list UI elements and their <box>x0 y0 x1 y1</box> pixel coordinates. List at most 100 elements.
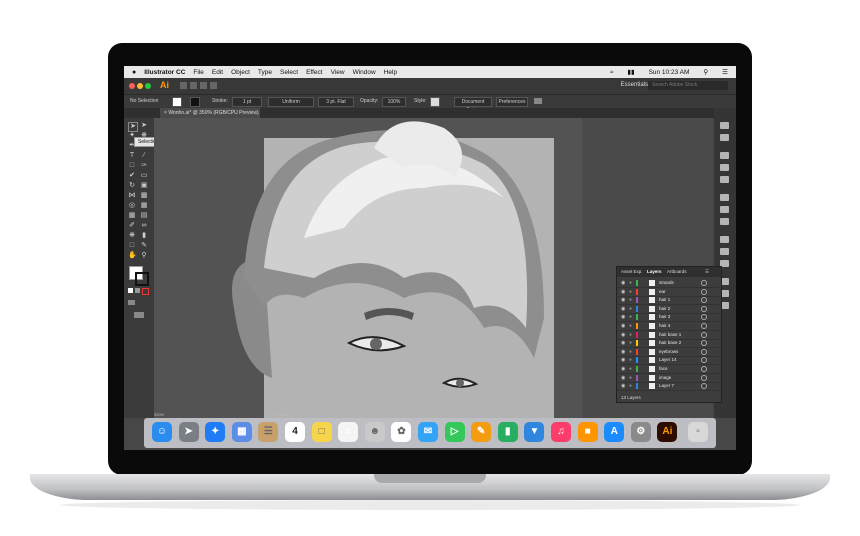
document-setup-button[interactable]: Document Setup <box>454 97 492 113</box>
preferences-button[interactable]: Preferences <box>496 97 528 107</box>
graphic-style-swatch[interactable] <box>430 97 440 107</box>
lock-icon[interactable]: ● <box>629 306 632 312</box>
none-mode-icon[interactable] <box>142 288 149 295</box>
eyedropper-tool-icon[interactable]: ✐ <box>128 222 136 230</box>
layer-name[interactable]: Layer 14 <box>659 357 677 362</box>
visibility-eye-icon[interactable]: ◉ <box>621 280 625 286</box>
properties-panel-icon[interactable] <box>720 122 729 129</box>
libraries-panel-icon[interactable] <box>720 134 729 141</box>
window-minimize-button[interactable] <box>137 83 143 89</box>
calendar-icon[interactable]: 4 <box>285 422 305 442</box>
visibility-eye-icon[interactable]: ◉ <box>621 349 625 355</box>
visibility-eye-icon[interactable]: ◉ <box>621 383 625 389</box>
artboard-tool-icon[interactable]: □ <box>128 242 136 250</box>
panel-menu-icon[interactable]: ☰ <box>705 269 709 275</box>
selection-tool-icon[interactable]: ➤ <box>128 122 138 132</box>
lock-icon[interactable]: ● <box>629 289 632 295</box>
target-icon[interactable] <box>701 374 707 381</box>
lock-icon[interactable]: ● <box>629 280 632 286</box>
tab-layers[interactable]: Layers <box>647 269 662 274</box>
layer-name[interactable]: image <box>659 375 671 380</box>
layer-name[interactable]: Layer 7 <box>659 383 674 388</box>
gpu-performance-icon[interactable] <box>210 82 217 89</box>
visibility-eye-icon[interactable]: ◉ <box>621 332 625 338</box>
color-panel-icon[interactable] <box>720 236 729 243</box>
target-icon[interactable] <box>701 340 707 347</box>
tab-artboards[interactable]: Artboards <box>667 269 687 274</box>
wifi-icon[interactable]: ≈ <box>610 69 614 76</box>
stock-search-input[interactable]: Search Adobe Stock <box>648 81 728 90</box>
visibility-eye-icon[interactable]: ◉ <box>621 366 625 372</box>
menu-object[interactable]: Object <box>231 69 250 76</box>
notes-icon[interactable]: ☰ <box>258 422 279 442</box>
lock-icon[interactable]: ● <box>629 375 632 381</box>
layer-name[interactable]: ear <box>659 289 666 294</box>
layer-name[interactable]: strands <box>659 280 674 285</box>
lock-icon[interactable]: ● <box>629 357 632 363</box>
drawing-mode-icon[interactable] <box>128 300 135 305</box>
document-tab[interactable]: × Wonho.ai* @ 350% (RGB/CPU Preview) <box>160 108 260 118</box>
stickies-icon[interactable]: □ <box>311 422 332 442</box>
photos-icon[interactable]: ✿ <box>391 422 412 442</box>
visibility-eye-icon[interactable]: ◉ <box>621 375 625 381</box>
safari-icon[interactable]: ✦ <box>205 422 226 442</box>
color-mode-icon[interactable] <box>128 288 133 293</box>
lock-icon[interactable]: ● <box>629 366 632 372</box>
window-zoom-button[interactable] <box>145 83 151 89</box>
artboard-canvas[interactable] <box>154 118 582 418</box>
visibility-eye-icon[interactable]: ◉ <box>621 323 625 329</box>
lock-icon[interactable]: ● <box>629 332 632 338</box>
target-icon[interactable] <box>701 366 707 372</box>
transparency-panel-icon[interactable] <box>720 218 729 225</box>
arrange-icon[interactable] <box>534 98 542 104</box>
appstore-icon[interactable]: A <box>604 422 625 442</box>
swatches-panel-icon[interactable] <box>720 176 729 183</box>
symbols-panel-icon[interactable] <box>720 152 729 159</box>
direct-selection-tool-icon[interactable]: ➤ <box>140 122 148 130</box>
slice-tool-icon[interactable]: ✎ <box>140 242 148 250</box>
facetime-icon[interactable]: ▷ <box>444 422 465 442</box>
target-icon[interactable] <box>701 288 707 295</box>
spotlight-icon[interactable]: ⚲ <box>703 68 708 76</box>
symbol-sprayer-tool-icon[interactable]: ❋ <box>128 232 136 240</box>
target-icon[interactable] <box>701 297 707 304</box>
opacity-field[interactable]: 100% <box>382 97 406 107</box>
target-icon[interactable] <box>701 383 707 390</box>
gradient-panel-icon[interactable] <box>720 206 729 213</box>
visibility-eye-icon[interactable]: ◉ <box>621 297 625 303</box>
free-transform-tool-icon[interactable]: ▩ <box>140 192 148 200</box>
layer-name[interactable]: hair 1 <box>659 297 670 302</box>
target-icon[interactable] <box>701 314 707 321</box>
lock-icon[interactable]: ● <box>629 297 632 303</box>
lock-icon[interactable]: ● <box>629 323 632 329</box>
trash-icon[interactable]: ▫ <box>688 422 708 442</box>
finder-icon[interactable]: ☺ <box>152 422 172 442</box>
target-icon[interactable] <box>701 305 707 312</box>
zoom-tool-icon[interactable]: ⚲ <box>140 252 148 260</box>
keynote-icon[interactable]: ▼ <box>524 422 545 442</box>
stroke-swatch[interactable] <box>190 97 200 107</box>
eraser-tool-icon[interactable]: ▭ <box>140 172 148 180</box>
line-tool-icon[interactable]: ∕ <box>140 152 148 160</box>
fill-swatch[interactable] <box>172 97 182 107</box>
contacts-icon[interactable]: ☻ <box>364 422 385 442</box>
reminders-icon[interactable]: ≡ <box>338 422 359 442</box>
system-preferences-icon[interactable]: ⚙ <box>630 422 651 442</box>
menu-app-name[interactable]: Illustrator CC <box>144 69 185 76</box>
layer-name[interactable]: hair base 2 <box>659 340 681 345</box>
apple-icon[interactable]: ● <box>132 69 136 76</box>
shape-builder-tool-icon[interactable]: ◎ <box>128 202 136 210</box>
hand-tool-icon[interactable]: ✋ <box>128 252 137 260</box>
notification-center-icon[interactable]: ☰ <box>722 68 728 76</box>
menu-effect[interactable]: Effect <box>306 69 323 76</box>
width-tool-icon[interactable]: ⋈ <box>128 192 136 200</box>
paintbrush-tool-icon[interactable]: ✑ <box>140 162 148 170</box>
menu-help[interactable]: Help <box>384 69 397 76</box>
scale-tool-icon[interactable]: ▣ <box>140 182 148 190</box>
messages-icon[interactable]: ✉ <box>418 422 438 442</box>
music-icon[interactable]: ♫ <box>551 422 571 442</box>
workspace-switcher[interactable]: Essentials <box>621 82 648 88</box>
menu-edit[interactable]: Edit <box>212 69 223 76</box>
visibility-eye-icon[interactable]: ◉ <box>621 340 625 346</box>
blend-tool-icon[interactable]: ∞ <box>140 222 148 230</box>
